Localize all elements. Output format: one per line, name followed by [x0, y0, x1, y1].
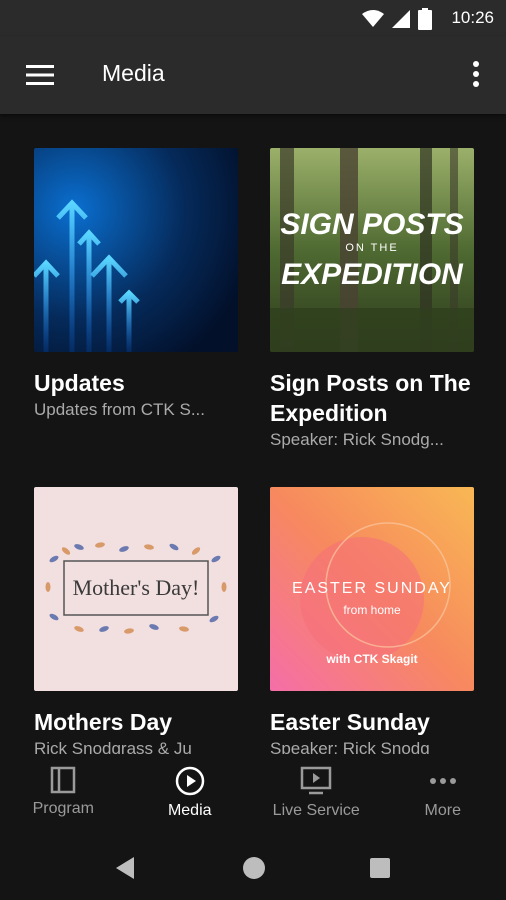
bottom-navigation: Program Media Live Service More [0, 754, 506, 840]
play-circle-icon [175, 766, 204, 796]
back-icon[interactable] [114, 856, 136, 880]
media-card-updates[interactable]: Updates Updates from CTK S... [34, 148, 238, 420]
tv-play-icon [301, 766, 332, 795]
card-subtitle: Updates from CTK S... [34, 400, 205, 419]
art-title-line2: ON THE [345, 242, 398, 254]
status-icons [362, 8, 432, 30]
card-thumbnail: Mother's Day! [34, 487, 238, 691]
gradient-artwork: EASTER SUNDAY from home with CTK Skagit [270, 487, 474, 691]
battery-icon [418, 8, 432, 30]
nav-item-program[interactable]: Program [0, 754, 127, 840]
art-title: Mother's Day! [73, 575, 200, 600]
art-title-line3: with CTK Skagit [325, 652, 417, 666]
nav-label: Live Service [272, 802, 360, 819]
signal-icon [392, 10, 410, 28]
nav-label: Media [167, 802, 212, 819]
nav-item-more[interactable]: More [380, 754, 506, 840]
nav-item-media[interactable]: Media [127, 754, 254, 840]
status-time: 10:26 [451, 8, 494, 27]
card-subtitle: Speaker: Rick Snodg... [270, 430, 444, 449]
arrows-artwork [34, 148, 238, 352]
wifi-icon [362, 10, 384, 27]
card-title: Sign Posts on The Expedition [270, 370, 471, 426]
nav-label: Program [32, 800, 94, 817]
media-grid: Updates Updates from CTK S... SIGN POSTS… [0, 114, 506, 754]
menu-button[interactable] [26, 63, 54, 87]
overflow-menu-button[interactable] [470, 60, 482, 90]
forest-artwork: SIGN POSTS ON THE EXPEDITION [270, 148, 474, 352]
media-card-easter-sunday[interactable]: EASTER SUNDAY from home with CTK Skagit … [270, 487, 474, 754]
more-vertical-icon [473, 61, 479, 87]
home-icon[interactable] [242, 856, 266, 880]
recents-icon[interactable] [369, 857, 391, 879]
art-title-line1: EASTER SUNDAY [292, 580, 452, 597]
nav-label: More [424, 802, 461, 819]
media-card-sign-posts[interactable]: SIGN POSTS ON THE EXPEDITION Sign Posts … [270, 148, 474, 450]
system-navigation-bar [0, 840, 506, 900]
card-subtitle: Rick Snodgrass & Ju [34, 739, 192, 754]
card-thumbnail: SIGN POSTS ON THE EXPEDITION [270, 148, 474, 352]
art-title-line2: from home [343, 603, 401, 617]
app-bar: Media [0, 36, 506, 114]
page-title: Media [102, 60, 165, 86]
card-thumbnail [34, 148, 238, 352]
more-horizontal-icon [429, 778, 456, 784]
program-icon [51, 766, 76, 794]
card-title: Updates [34, 370, 125, 396]
media-card-mothers-day[interactable]: Mother's Day! Mothers Day Rick Snodgrass… [34, 487, 238, 754]
card-subtitle: Speaker: Rick Snodg [270, 739, 430, 754]
card-title: Easter Sunday [270, 709, 430, 735]
nav-item-live-service[interactable]: Live Service [253, 754, 380, 840]
card-title: Mothers Day [34, 709, 173, 735]
status-bar: 10:26 [0, 0, 506, 36]
hamburger-menu-icon [26, 65, 54, 85]
art-title-line3: EXPEDITION [281, 258, 464, 291]
card-thumbnail: EASTER SUNDAY from home with CTK Skagit [270, 487, 474, 691]
floral-artwork: Mother's Day! [34, 487, 238, 691]
art-title-line1: SIGN POSTS [280, 208, 463, 241]
